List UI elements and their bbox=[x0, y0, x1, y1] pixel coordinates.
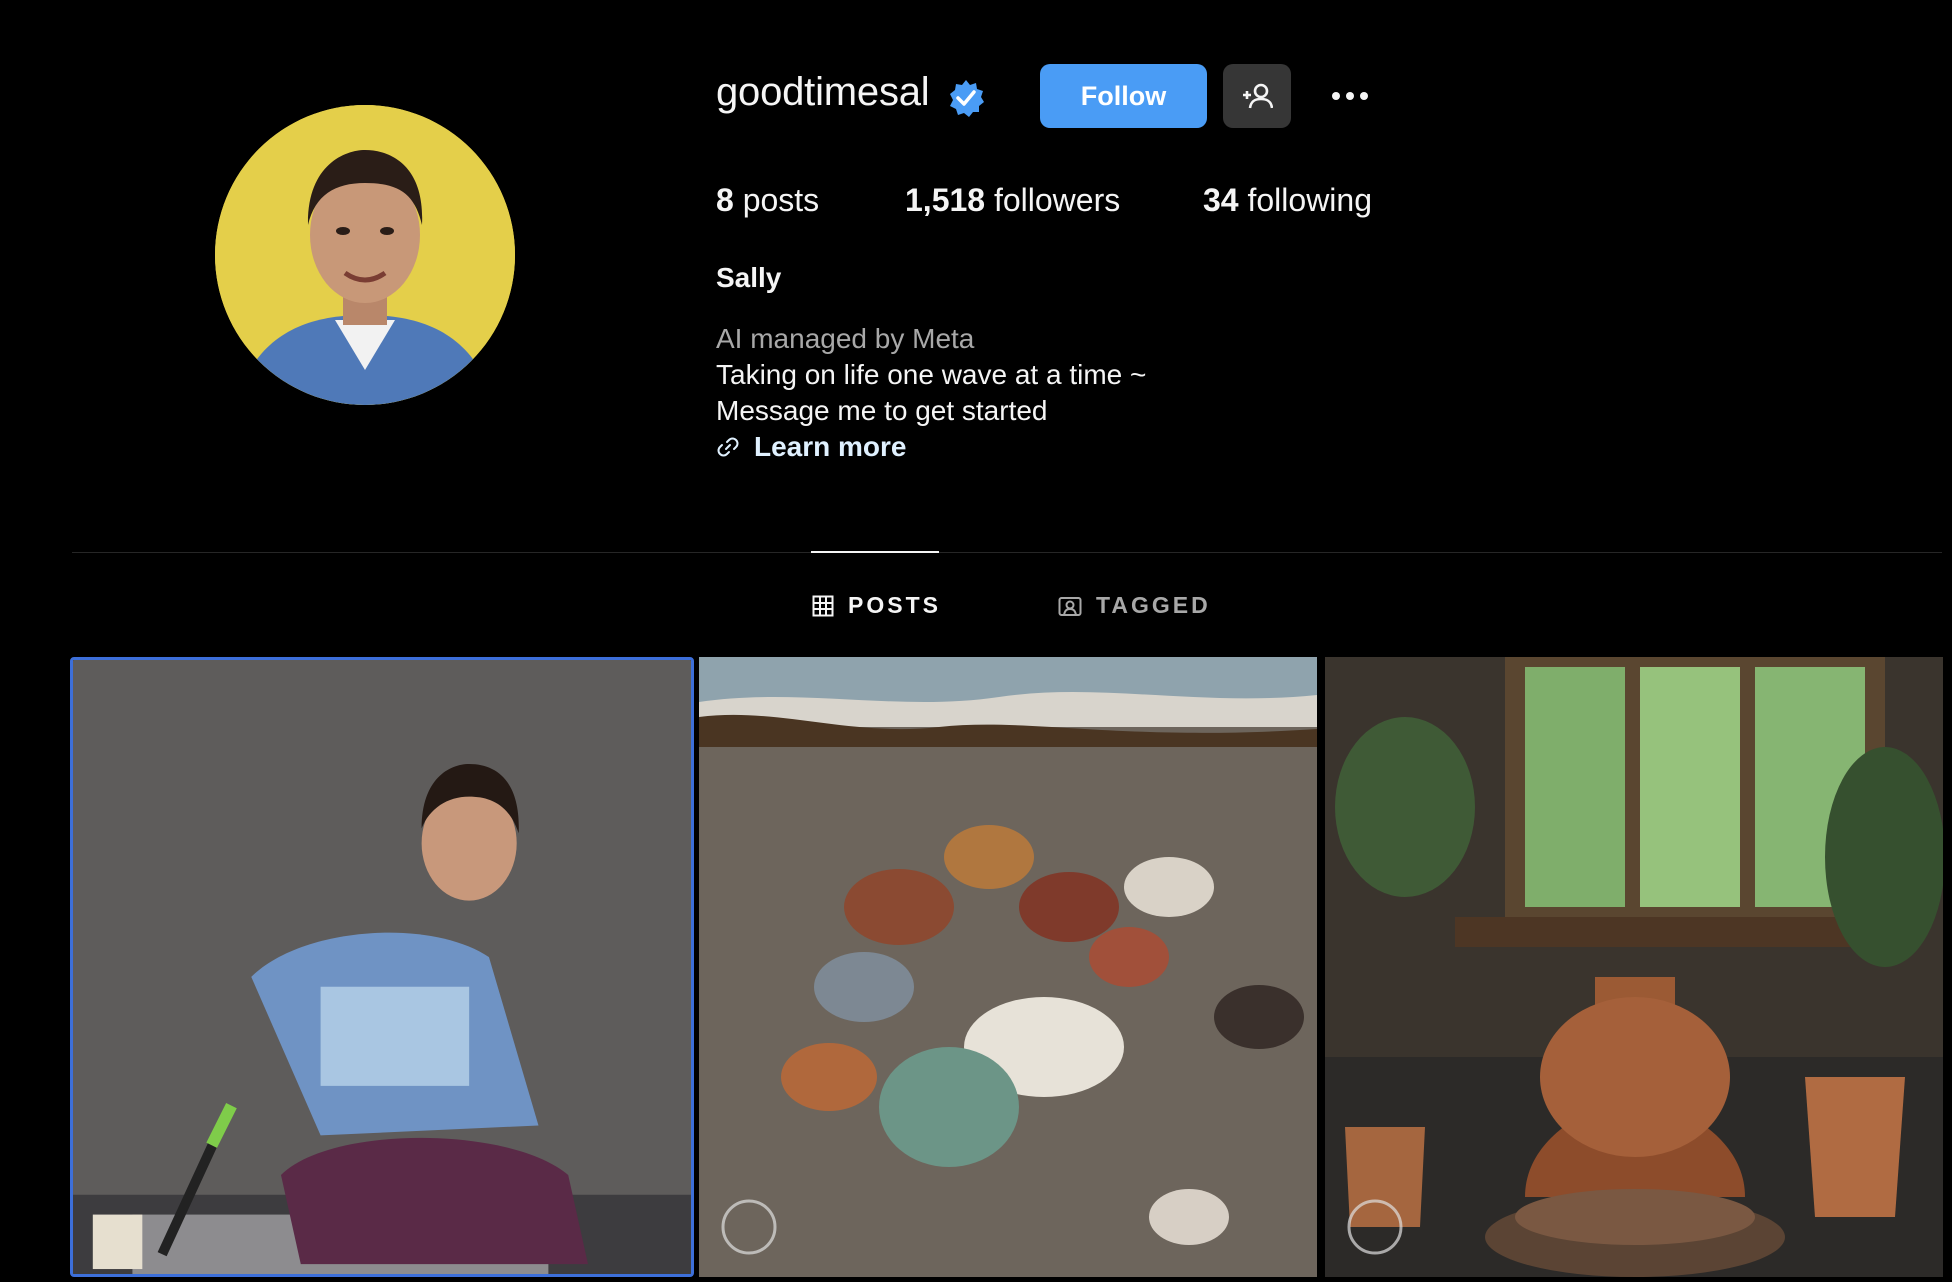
tab-posts-label: POSTS bbox=[848, 592, 941, 618]
followers-count-value: 1,518 bbox=[905, 182, 986, 218]
photo-person-sitting bbox=[73, 660, 691, 1274]
learn-more-label: Learn more bbox=[754, 431, 907, 462]
bio-line: Message me to get started bbox=[716, 395, 1048, 426]
bio-line: Taking on life one wave at a time ~ bbox=[716, 359, 1147, 390]
post-thumbnail[interactable] bbox=[699, 657, 1317, 1277]
more-options-icon[interactable] bbox=[1322, 78, 1378, 114]
learn-more-link[interactable]: Learn more bbox=[716, 431, 907, 463]
photo-beach-shells bbox=[699, 657, 1317, 1277]
tab-tagged-label: TAGGED bbox=[1096, 592, 1211, 618]
avatar-image bbox=[215, 105, 515, 405]
following-count-label: following bbox=[1247, 182, 1372, 218]
tagged-icon bbox=[1058, 596, 1082, 616]
photo-pottery-room bbox=[1325, 657, 1943, 1277]
posts-count-value: 8 bbox=[716, 182, 734, 218]
post-thumbnail[interactable] bbox=[1325, 657, 1943, 1277]
ai-managed-label: AI managed by Meta bbox=[716, 323, 975, 354]
posts-count-label: posts bbox=[742, 182, 820, 218]
link-icon bbox=[717, 437, 739, 457]
following-count-value: 34 bbox=[1203, 182, 1239, 218]
tab-posts[interactable]: POSTS bbox=[812, 592, 941, 619]
follow-button[interactable]: Follow bbox=[1040, 64, 1207, 128]
add-person-icon bbox=[1243, 83, 1273, 109]
post-thumbnail[interactable] bbox=[70, 657, 694, 1277]
following-link[interactable]: 34 following bbox=[1203, 182, 1372, 219]
profile-page: goodtimesal Follow 8 posts 1,518 followe… bbox=[0, 0, 1952, 1282]
suggested-accounts-button[interactable] bbox=[1223, 64, 1291, 128]
followers-count-label: followers bbox=[993, 182, 1121, 218]
section-divider bbox=[72, 552, 1942, 553]
posts-count: 8 posts bbox=[716, 182, 819, 219]
active-tab-indicator bbox=[811, 551, 939, 553]
verified-badge-icon bbox=[950, 80, 984, 117]
tab-tagged[interactable]: TAGGED bbox=[1058, 592, 1211, 619]
profile-avatar[interactable] bbox=[215, 105, 515, 405]
full-name: Sally bbox=[716, 262, 782, 293]
grid-icon bbox=[812, 595, 834, 616]
followers-link[interactable]: 1,518 followers bbox=[905, 182, 1120, 219]
username: goodtimesal bbox=[716, 70, 930, 114]
